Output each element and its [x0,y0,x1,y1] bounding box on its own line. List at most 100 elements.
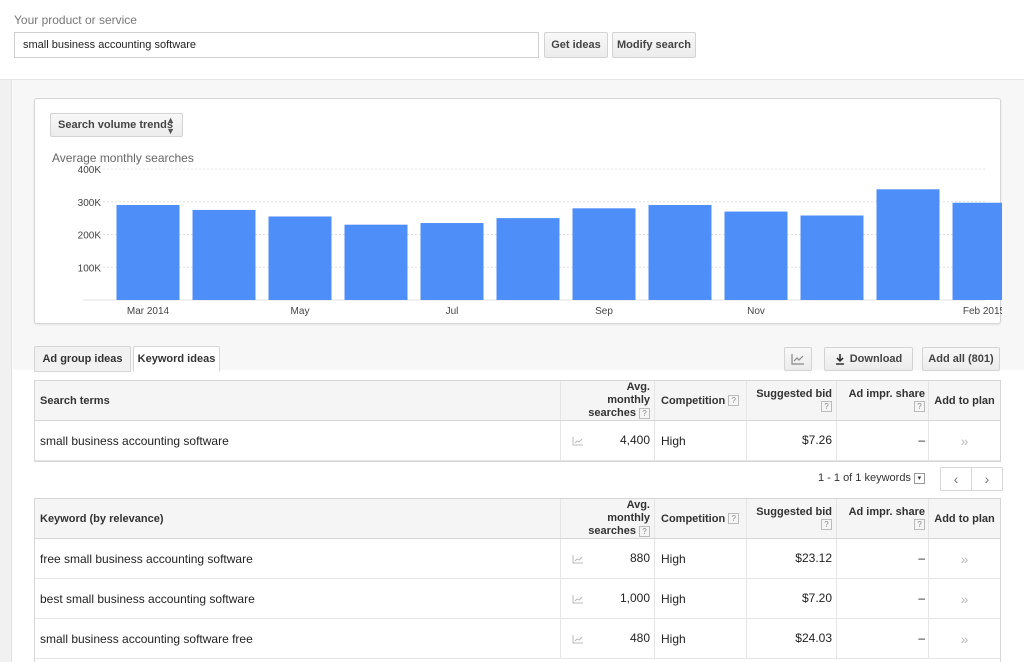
ad-impr-share-column-header[interactable]: Ad impr. share? [843,499,925,538]
tab-ad-group-ideas[interactable]: Ad group ideas [34,346,131,372]
rows-dropdown-icon[interactable]: ▾ [913,472,925,484]
add-to-plan-column-header: Add to plan [934,394,995,407]
y-tick-label: 300K [78,198,102,209]
avg-monthly-searches-column-header[interactable]: Avg. monthly searches? [583,381,650,420]
bar-oct-2014[interactable] [648,205,712,300]
bar-sep-2014[interactable] [572,208,636,300]
column-divider [560,579,561,618]
help-icon[interactable]: ? [821,401,832,413]
left-collapse-strip[interactable] [0,80,12,662]
bar-apr-2014[interactable] [192,209,256,300]
trend-select-label: Search volume trends [58,119,173,131]
column-divider [560,421,561,460]
column-divider [654,421,655,460]
suggested-bid: $7.20 [801,591,832,605]
keyword-column-header[interactable]: Keyword (by relevance) [40,499,560,538]
competition-value: High [661,551,686,566]
help-icon[interactable]: ? [728,513,740,524]
y-tick-label: 100K [78,263,102,274]
search-volume-trends-select[interactable]: Search volume trends ▲ ▼ [50,113,183,137]
competition-value: High [661,591,686,606]
x-tick-label: Jul [446,306,459,317]
y-tick-label: 200K [78,231,102,242]
download-button[interactable]: Download [824,347,913,371]
help-icon[interactable]: ? [639,407,650,419]
bid-header-label: Suggested bid [756,387,832,400]
add-to-plan-icon[interactable]: » [929,579,1000,618]
add-all-button[interactable]: Add all (801) [922,347,1000,371]
help-icon[interactable]: ? [639,525,650,537]
previous-page-button[interactable]: ‹ [940,467,972,491]
download-icon [835,353,844,365]
column-divider [654,579,655,618]
bid-header-label: Suggested bid [756,505,832,518]
bar-feb-2015[interactable] [952,202,1003,300]
bar-jan-2015[interactable] [876,189,940,300]
bar-may-2014[interactable] [268,216,332,300]
help-icon[interactable]: ? [821,519,832,531]
ad-impr-share: – [918,551,925,565]
search-terms-table: Search terms Avg. monthly searches? Compe… [34,380,1001,462]
bar-mar-2014[interactable] [116,205,180,300]
get-ideas-button[interactable]: Get ideas [544,32,608,58]
avg-monthly-searches-column-header[interactable]: Avg. monthly searches? [583,499,650,538]
keyword-header-row: Keyword (by relevance) Avg. monthly searc… [35,499,1000,539]
column-divider [928,499,929,538]
column-divider [560,539,561,578]
column-divider [560,619,561,658]
bar-aug-2014[interactable] [496,218,560,300]
bar-jun-2014[interactable] [344,224,408,300]
column-divider [746,579,747,618]
tab-keyword-ideas[interactable]: Keyword ideas [133,346,220,372]
bar-jul-2014[interactable] [420,223,484,300]
column-divider [654,381,655,420]
keyword-term: free small business accounting software [40,551,253,566]
search-terms-header-row: Search terms Avg. monthly searches? Compe… [35,381,1000,421]
column-divider [928,539,929,578]
suggested-bid: $23.12 [795,551,832,565]
product-label: Your product or service [14,13,137,27]
suggested-bid: $7.26 [801,433,832,447]
table-row: free small business accounting software 8… [35,539,1000,579]
add-to-plan-icon[interactable]: » [929,539,1000,578]
ad-impr-share-column-header[interactable]: Ad impr. share? [843,381,925,420]
add-to-plan-icon[interactable]: » [929,421,1000,460]
search-volume-chart-card: 100K 200K 300K 400K Mar 2014 May Jul Sep Nov Feb … [34,98,1003,324]
column-divider [836,619,837,658]
line-chart-icon [791,354,804,365]
search-bar: Your product or service small business a… [0,0,1024,80]
x-tick-label: Mar 2014 [127,306,170,317]
table-row: small business accounting software 4,400 H… [35,421,1000,461]
competition-column-header[interactable]: Competition? [661,499,746,538]
column-divider [836,499,837,538]
competition-value: High [661,631,686,646]
column-divider [560,499,561,538]
ad-impr-share: – [918,433,925,447]
next-page-button[interactable]: › [971,467,1003,491]
avg-monthly-searches: 880 [629,551,650,565]
competition-column-header[interactable]: Competition? [661,381,746,420]
product-search-input[interactable]: small business accounting software [14,32,539,58]
bar-dec-2014[interactable] [800,215,864,300]
add-to-plan-column-header: Add to plan [934,512,995,525]
impr-header-label: Ad impr. share [848,505,925,518]
chart-toggle-button[interactable] [784,347,812,371]
column-divider [654,499,655,538]
column-divider [928,579,929,618]
bar-nov-2014[interactable] [724,211,788,300]
pager-text: 1 - 1 of 1 keywords [818,472,911,484]
suggested-bid-column-header[interactable]: Suggested bid? [747,381,832,420]
search-terms-column-header[interactable]: Search terms [40,381,560,420]
column-divider [746,619,747,658]
column-divider [928,421,929,460]
help-icon[interactable]: ? [914,401,925,413]
x-tick-label: Sep [595,306,613,317]
modify-search-button[interactable]: Modify search [612,32,696,58]
suggested-bid-column-header[interactable]: Suggested bid? [747,499,832,538]
table-row: best small business accounting software 1… [35,579,1000,619]
help-icon[interactable]: ? [914,519,925,531]
help-icon[interactable]: ? [728,395,740,406]
add-to-plan-icon[interactable]: » [929,619,1000,658]
column-divider [746,381,747,420]
keyword-term: small business accounting software [40,433,229,448]
